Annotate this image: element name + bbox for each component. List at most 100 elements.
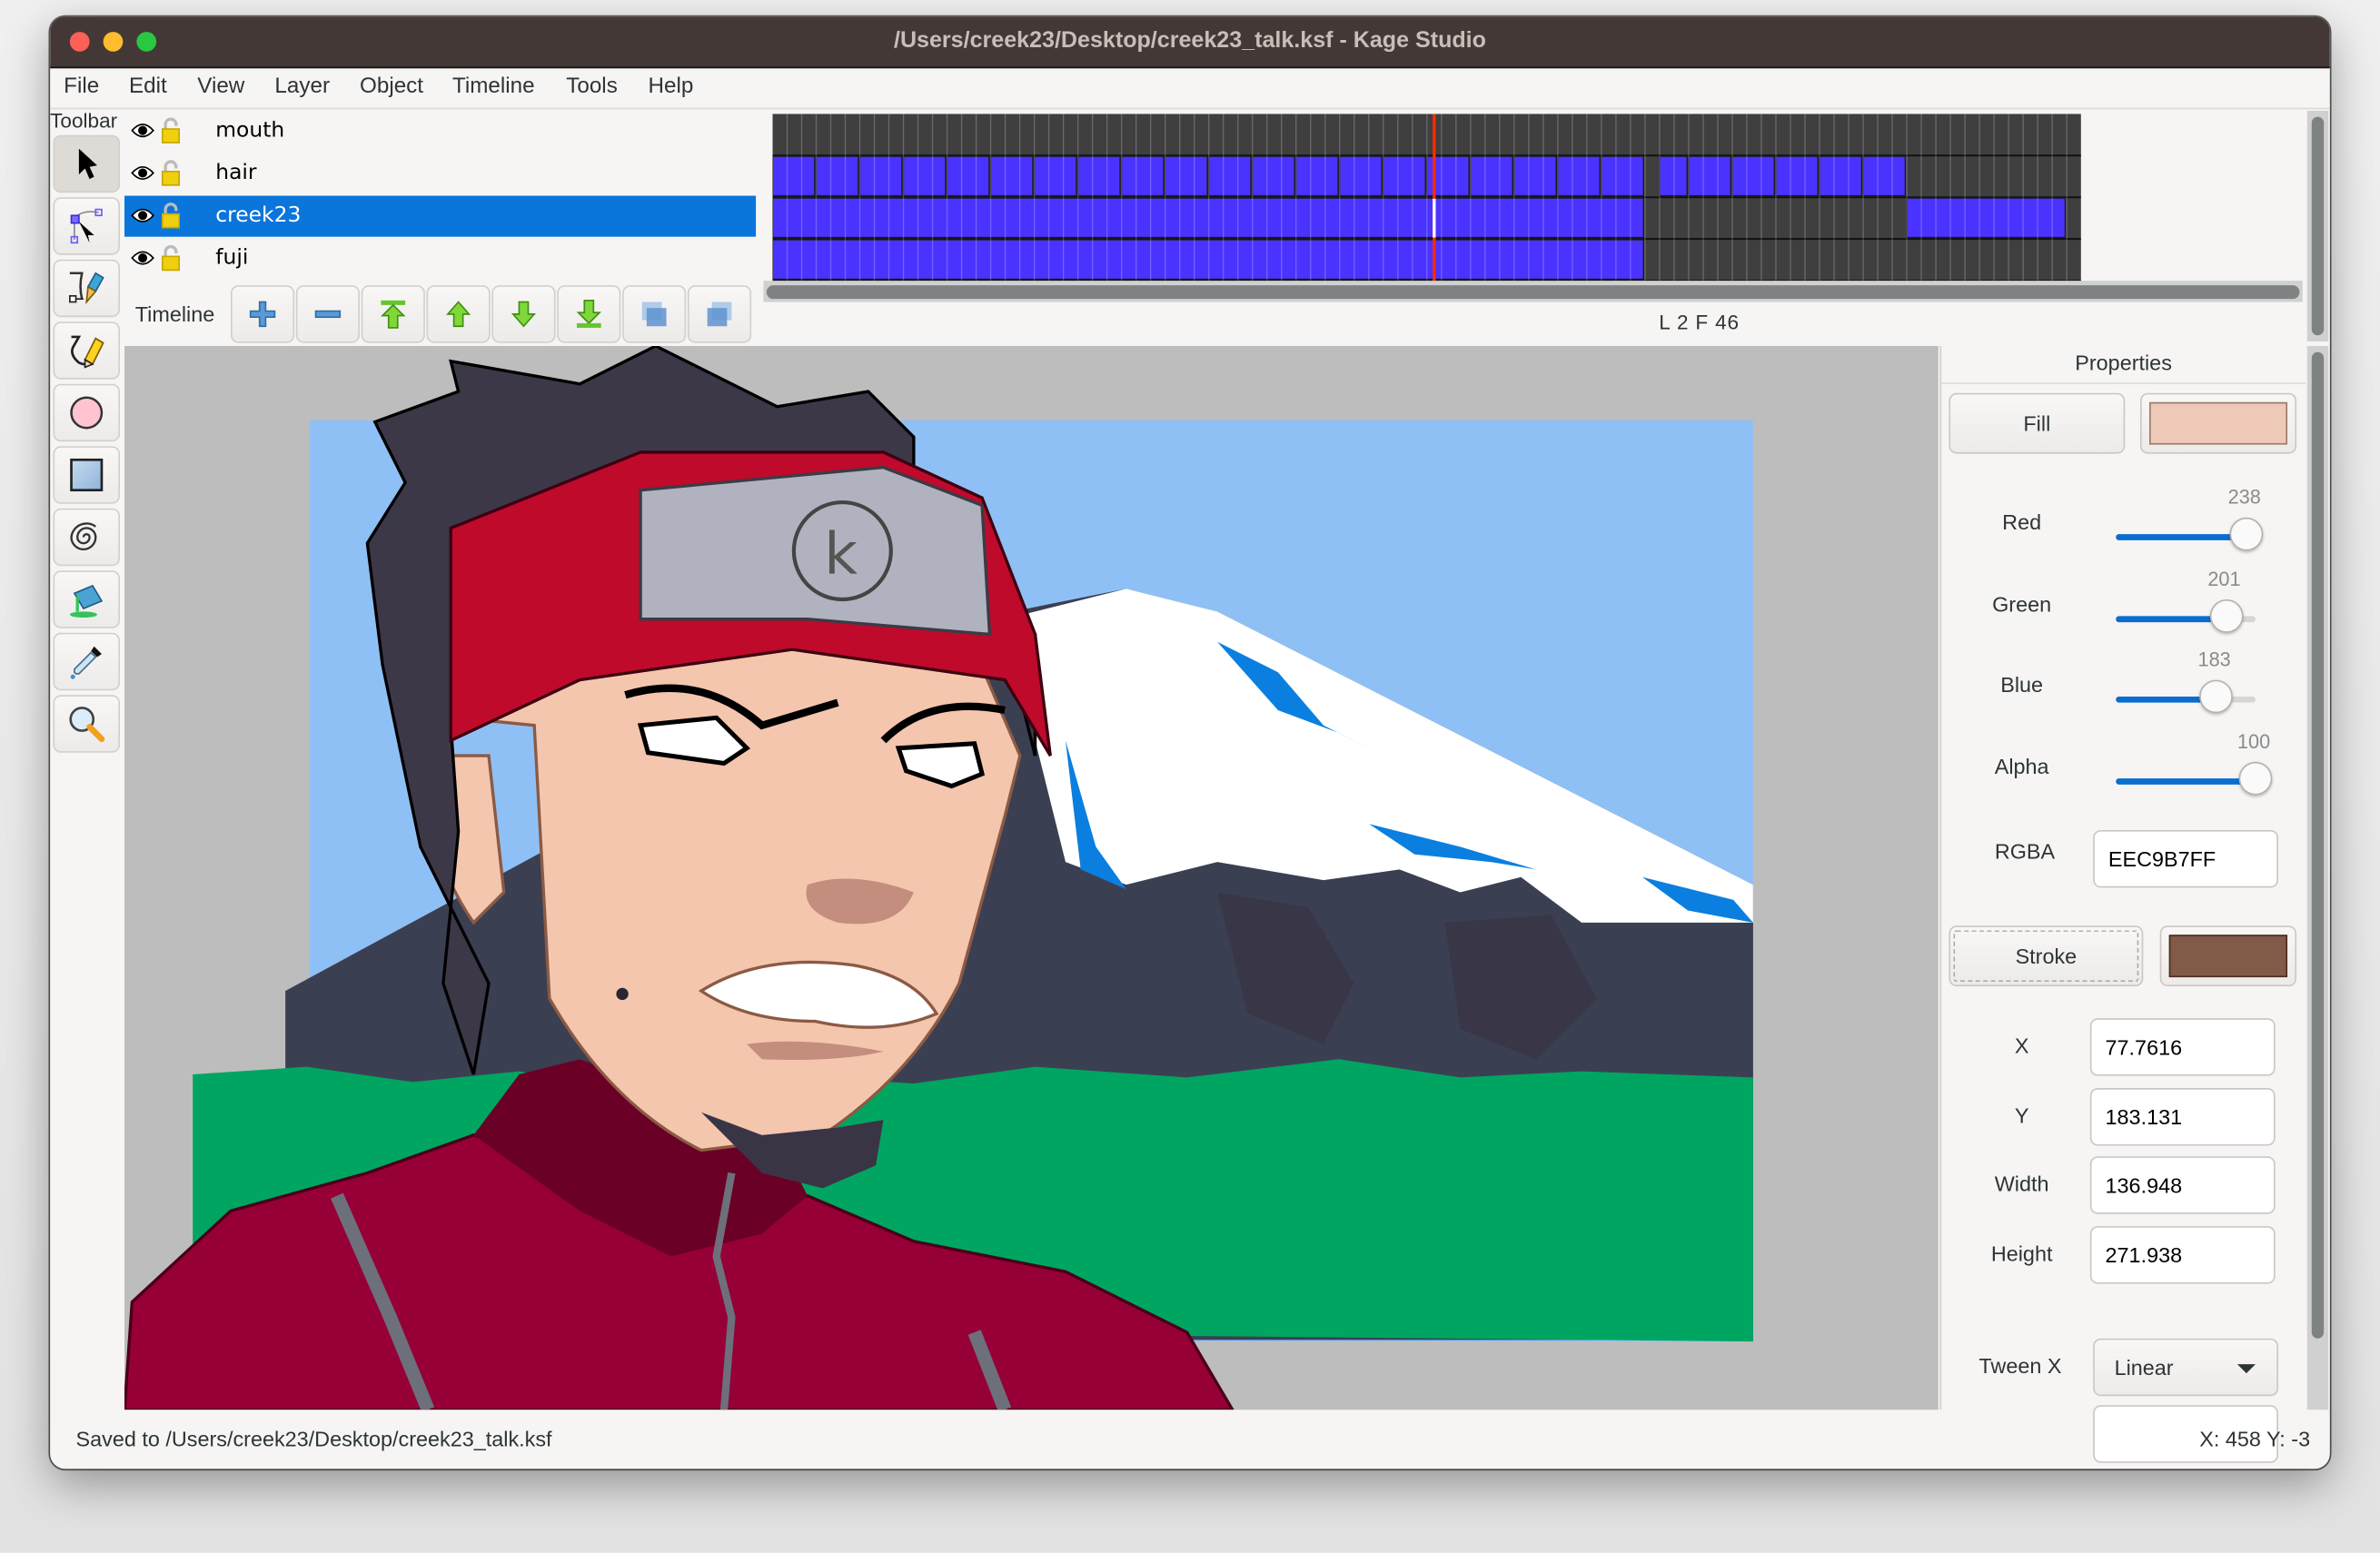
add-layer-button[interactable] <box>230 285 295 343</box>
unlocked-padlock-icon[interactable] <box>161 159 181 186</box>
unlocked-padlock-icon[interactable] <box>161 202 181 229</box>
unlocked-padlock-icon[interactable] <box>161 244 181 272</box>
status-message: Saved to /Users/creek23/Desktop/creek23_… <box>75 1426 552 1451</box>
paint-bucket-icon <box>69 584 104 618</box>
pencil-tool[interactable] <box>53 321 121 380</box>
keyframe-block-hair[interactable] <box>1252 155 1295 197</box>
keyframe-block-creek23[interactable] <box>1906 197 2067 239</box>
remove-layer-button[interactable] <box>295 285 361 343</box>
slider-label-alpha: Alpha <box>1994 754 2049 779</box>
bezier-pen-tool[interactable] <box>53 259 121 318</box>
y-input[interactable] <box>2089 1088 2276 1146</box>
square-icon <box>70 458 104 492</box>
keyframe-block-hair[interactable] <box>1120 155 1165 197</box>
keyframe-block-hair[interactable] <box>1208 155 1252 197</box>
menu-help[interactable]: Help <box>648 74 693 99</box>
keyframe-block-hair[interactable] <box>946 155 990 197</box>
keyframe-block-hair[interactable] <box>1862 155 1907 197</box>
keyframe-block-hair[interactable] <box>1033 155 1077 197</box>
slider-red[interactable] <box>2116 517 2264 551</box>
menu-view[interactable]: View <box>197 74 244 99</box>
timeline-vertical-scrollbar[interactable] <box>2306 110 2329 341</box>
width-input[interactable] <box>2089 1156 2276 1214</box>
fill-button[interactable]: Fill <box>1949 392 2126 454</box>
plus-icon <box>249 301 276 328</box>
rectangle-tool[interactable] <box>53 446 121 504</box>
keyframe-block-hair[interactable] <box>1688 155 1731 197</box>
timeline-frames[interactable] <box>769 110 2303 309</box>
keyframe-block-hair[interactable] <box>858 155 903 197</box>
stroke-button[interactable]: Stroke <box>1949 925 2144 987</box>
menu-file[interactable]: File <box>64 74 99 99</box>
keyframe-block-hair[interactable] <box>1076 155 1121 197</box>
unlocked-padlock-icon[interactable] <box>161 117 181 144</box>
keyframe-block-hair[interactable] <box>1513 155 1557 197</box>
keyframe-block-hair[interactable] <box>1165 155 1208 197</box>
keyframe-block-hair[interactable] <box>1601 155 1644 197</box>
onion-skin-before-button[interactable] <box>622 285 687 343</box>
menu-layer[interactable]: Layer <box>274 74 330 99</box>
fill-tool[interactable] <box>53 570 121 628</box>
slider-fill <box>2116 778 2256 785</box>
keyframe-block-hair[interactable] <box>1339 155 1383 197</box>
keyframe-block-hair[interactable] <box>1383 155 1426 197</box>
slider-blue[interactable] <box>2116 679 2256 714</box>
menu-tools[interactable]: Tools <box>566 74 618 99</box>
onion-skin-after-button[interactable] <box>687 285 752 343</box>
layer-row-fuji[interactable]: fuji <box>124 238 756 279</box>
keyframe-block-hair[interactable] <box>1731 155 1775 197</box>
tween-x-dropdown[interactable]: Linear <box>2093 1338 2279 1397</box>
layer-row-hair[interactable]: hair <box>124 153 756 194</box>
fill-color-button[interactable] <box>2139 392 2297 454</box>
menu-edit[interactable]: Edit <box>129 74 167 99</box>
move-layer-bottom-button[interactable] <box>557 285 621 343</box>
eye-icon[interactable] <box>131 122 155 140</box>
zoom-tool[interactable] <box>53 695 121 753</box>
menu-object[interactable]: Object <box>360 74 423 99</box>
slider-green[interactable] <box>2116 599 2256 633</box>
slider-knob[interactable] <box>2209 599 2243 633</box>
height-input[interactable] <box>2089 1226 2276 1284</box>
keyframe-block-hair[interactable] <box>815 155 859 197</box>
scrollbar-thumb[interactable] <box>766 285 2300 300</box>
keyframe-block-hair[interactable] <box>989 155 1034 197</box>
keyframe-block-hair[interactable] <box>772 155 816 197</box>
properties-scrollbar[interactable] <box>2306 345 2329 1410</box>
menu-timeline[interactable]: Timeline <box>452 74 535 99</box>
slider-knob[interactable] <box>2229 517 2264 551</box>
keyframe-block-hair[interactable] <box>1557 155 1601 197</box>
timeline-horizontal-scrollbar[interactable] <box>763 281 2303 302</box>
rgba-input[interactable] <box>2093 829 2279 888</box>
slider-alpha[interactable] <box>2116 761 2273 796</box>
keyframe-block-hair[interactable] <box>1659 155 1688 197</box>
keyframe-block-hair[interactable] <box>1470 155 1513 197</box>
eyedropper-tool[interactable] <box>53 632 121 691</box>
move-layer-down-button[interactable] <box>491 285 556 343</box>
node-tool[interactable] <box>53 197 121 255</box>
toolbar-label: Toolbar <box>50 109 118 133</box>
move-layer-up-button[interactable] <box>426 285 491 343</box>
layer-row-mouth[interactable]: mouth <box>124 111 756 152</box>
x-input[interactable] <box>2089 1018 2276 1076</box>
scrollbar-thumb[interactable] <box>2311 351 2325 1339</box>
slider-knob[interactable] <box>2199 679 2233 714</box>
frame-grid[interactable] <box>772 114 2081 282</box>
move-layer-top-button[interactable] <box>361 285 425 343</box>
eye-icon[interactable] <box>131 206 155 224</box>
drawing-canvas[interactable]: k <box>124 345 1939 1410</box>
eye-icon[interactable] <box>131 249 155 267</box>
keyframe-block-hair[interactable] <box>902 155 947 197</box>
artwork[interactable]: k <box>124 345 1939 1410</box>
scrollbar-thumb[interactable] <box>2311 116 2325 336</box>
spiral-tool[interactable] <box>53 508 121 567</box>
keyframe-block-hair[interactable] <box>1775 155 1820 197</box>
layer-row-creek23[interactable]: creek23 <box>124 195 757 237</box>
oval-tool[interactable] <box>53 383 121 442</box>
slider-knob[interactable] <box>2238 761 2273 796</box>
eye-icon[interactable] <box>131 163 155 182</box>
keyframe-block-hair[interactable] <box>1819 155 1863 197</box>
keyframe-block-hair[interactable] <box>1295 155 1339 197</box>
stroke-color-button[interactable] <box>2159 925 2297 987</box>
select-tool[interactable] <box>53 134 121 193</box>
layers-stack-icon <box>641 302 667 327</box>
